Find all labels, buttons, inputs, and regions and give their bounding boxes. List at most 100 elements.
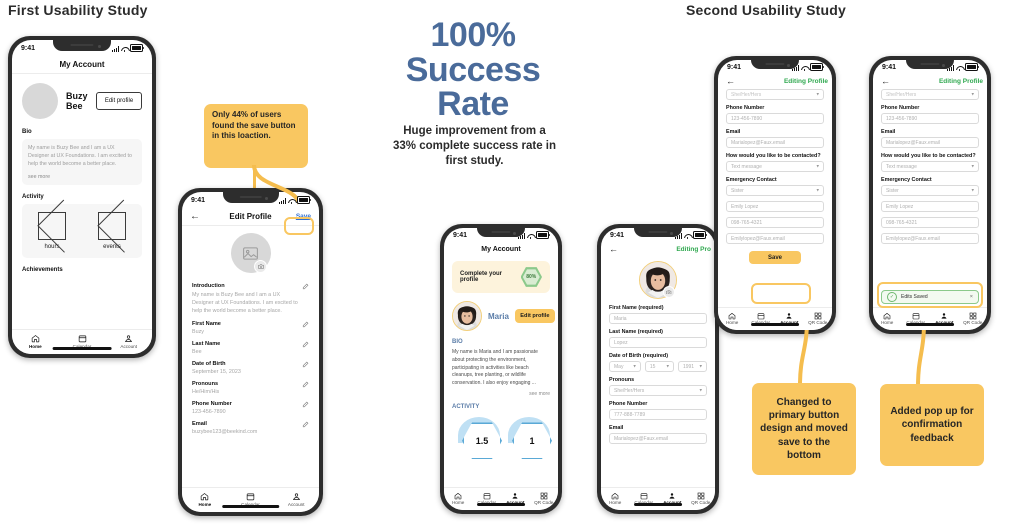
field-label: Date of Birth [192, 361, 226, 368]
page-title: Editing Profile [783, 78, 828, 85]
edit-pencil-icon[interactable] [302, 421, 309, 428]
home-indicator [52, 347, 112, 350]
emergency-name-input[interactable]: Emily Lopez [726, 201, 824, 212]
success-rate-line-1: 100% [430, 16, 516, 54]
emergency-phone-input[interactable]: 098-765-4321 [726, 217, 824, 228]
field-label: Emergency Contact [726, 177, 777, 183]
edit-pencil-icon[interactable] [302, 321, 309, 328]
edit-pencil-icon[interactable] [302, 381, 309, 388]
see-more-link[interactable]: see more [452, 391, 550, 397]
tab-home[interactable]: Home [601, 492, 630, 506]
camera-icon[interactable] [663, 286, 675, 298]
emergency-contact-value: Sister [731, 187, 744, 194]
tab-account[interactable]: Account [273, 492, 319, 507]
see-more-link[interactable]: see more [28, 174, 136, 180]
chevron-down-icon: ▾ [666, 363, 669, 369]
tab-qrcode[interactable]: QR Code [687, 492, 716, 506]
status-time: 9:41 [453, 231, 468, 239]
tab-qrcode[interactable]: QR Code [959, 312, 988, 326]
field-label: Emergency Contact [881, 177, 932, 183]
tab-qrcode[interactable]: QR Code [530, 492, 559, 506]
wifi-icon [527, 233, 534, 239]
edit-pencil-icon[interactable] [302, 341, 309, 348]
user-name: Buzy Bee [66, 91, 88, 111]
emergency-email-input[interactable]: Emilylopez@Faux.email [881, 233, 979, 244]
last-name-input[interactable]: Lopez [609, 337, 707, 348]
camera-icon[interactable] [254, 260, 267, 273]
appbar: ← Editing Profile [718, 74, 832, 89]
close-icon[interactable]: × [970, 294, 973, 300]
save-link[interactable]: Save [296, 213, 311, 220]
tab-home[interactable]: Home [444, 492, 473, 506]
contact-method-value: Text message [731, 163, 762, 170]
status-time: 9:41 [191, 196, 206, 204]
emergency-contact-select[interactable]: Sister ▾ [881, 185, 979, 196]
account-icon [669, 493, 675, 499]
phone-number-input[interactable]: 123-456-7890 [881, 113, 979, 124]
account-icon [292, 493, 300, 501]
tab-home[interactable]: Home [718, 312, 747, 326]
screen-content: Buzy Bee Edit profile Bio My name is Buz… [12, 73, 152, 330]
bottom-tab-bar: Home Calendar Account QR Code [718, 307, 832, 330]
field-label: First Name [192, 321, 221, 328]
email-input[interactable]: Marialopez@Faux.email [726, 137, 824, 148]
status-time: 9:41 [882, 63, 897, 71]
bottom-tab-bar: Home Calendar Account QR Code [444, 487, 558, 510]
edit-profile-button[interactable]: Edit profile [514, 309, 555, 323]
tab-label: Home [28, 343, 42, 349]
tab-home[interactable]: Home [873, 312, 902, 326]
phone-4-editing-profile: 9:41 ← Editing Pro First Name (required)… [597, 224, 719, 514]
tab-home[interactable]: Home [12, 334, 59, 349]
phone-5-editing-profile-save: 9:41 ← Editing Profile She/Her/Hers ▾ Ph… [714, 56, 836, 334]
back-arrow-icon[interactable]: ← [609, 245, 618, 254]
activity-heading: ACTIVITY [452, 403, 480, 410]
dob-year-select[interactable]: 1991 ▾ [677, 361, 707, 372]
success-rate-block: 100% Success Rate [378, 18, 568, 122]
success-rate-caption: Huge improvement from a 33% complete suc… [393, 125, 556, 167]
edit-profile-button[interactable]: Edit profile [96, 92, 142, 110]
wifi-icon [121, 46, 128, 52]
emergency-email-input[interactable]: Emilylopez@Faux.email [726, 233, 824, 244]
back-arrow-icon[interactable]: ← [726, 77, 735, 86]
phone-number-input[interactable]: 123-456-7890 [726, 113, 824, 124]
save-button[interactable]: Save [749, 251, 801, 264]
home-indicator [634, 503, 682, 506]
back-arrow-icon[interactable]: ← [881, 77, 890, 86]
home-icon [201, 493, 209, 501]
tab-qrcode[interactable]: QR Code [804, 312, 833, 326]
tab-label: Account [120, 343, 137, 349]
pronouns-select-partial[interactable]: She/Her/Hers ▾ [881, 89, 979, 100]
tab-account[interactable]: Account [105, 334, 152, 349]
home-icon [31, 335, 40, 343]
dob-month-value: May [614, 363, 624, 370]
contact-method-select[interactable]: Text message ▾ [726, 161, 824, 172]
complete-profile-banner[interactable]: Complete your profile 80% [452, 261, 550, 293]
pronouns-select-partial[interactable]: She/Her/Hers ▾ [726, 89, 824, 100]
page-title: Editing Pro [676, 246, 711, 253]
back-arrow-icon[interactable]: ← [190, 211, 200, 222]
tab-home[interactable]: Home [182, 492, 228, 507]
pronouns-select[interactable]: She/Her/Hers ▾ [609, 385, 707, 396]
dob-day-select[interactable]: 15 ▾ [644, 361, 674, 372]
email-input[interactable]: Marialopez@Faux.email [609, 433, 707, 444]
bottom-tab-bar: Home Calendar Account [182, 487, 319, 512]
email-input[interactable]: Marialopez@Faux.email [881, 137, 979, 148]
edit-pencil-icon[interactable] [302, 283, 309, 290]
contact-method-select[interactable]: Text message ▾ [881, 161, 979, 172]
dob-month-select[interactable]: May ▾ [609, 361, 641, 372]
first-name-input[interactable]: Maria [609, 313, 707, 324]
edit-pencil-icon[interactable] [302, 401, 309, 408]
tab-label: Home [452, 500, 465, 506]
emergency-name-input[interactable]: Emily Lopez [881, 201, 979, 212]
emergency-phone-input[interactable]: 098-765-4321 [881, 217, 979, 228]
phone-number-input[interactable]: 777-888-7789 [609, 409, 707, 420]
emergency-contact-select[interactable]: Sister ▾ [726, 185, 824, 196]
edit-pencil-icon[interactable] [302, 361, 309, 368]
tab-label: Home [198, 501, 212, 507]
qrcode-icon [540, 492, 548, 500]
bio-text: My name is Buzy Bee and I am a UX Design… [28, 145, 132, 167]
home-indicator [751, 323, 799, 326]
emergency-contact-value: Sister [886, 187, 899, 194]
chevron-down-icon: ▾ [816, 187, 819, 193]
chevron-down-icon: ▾ [816, 163, 819, 169]
